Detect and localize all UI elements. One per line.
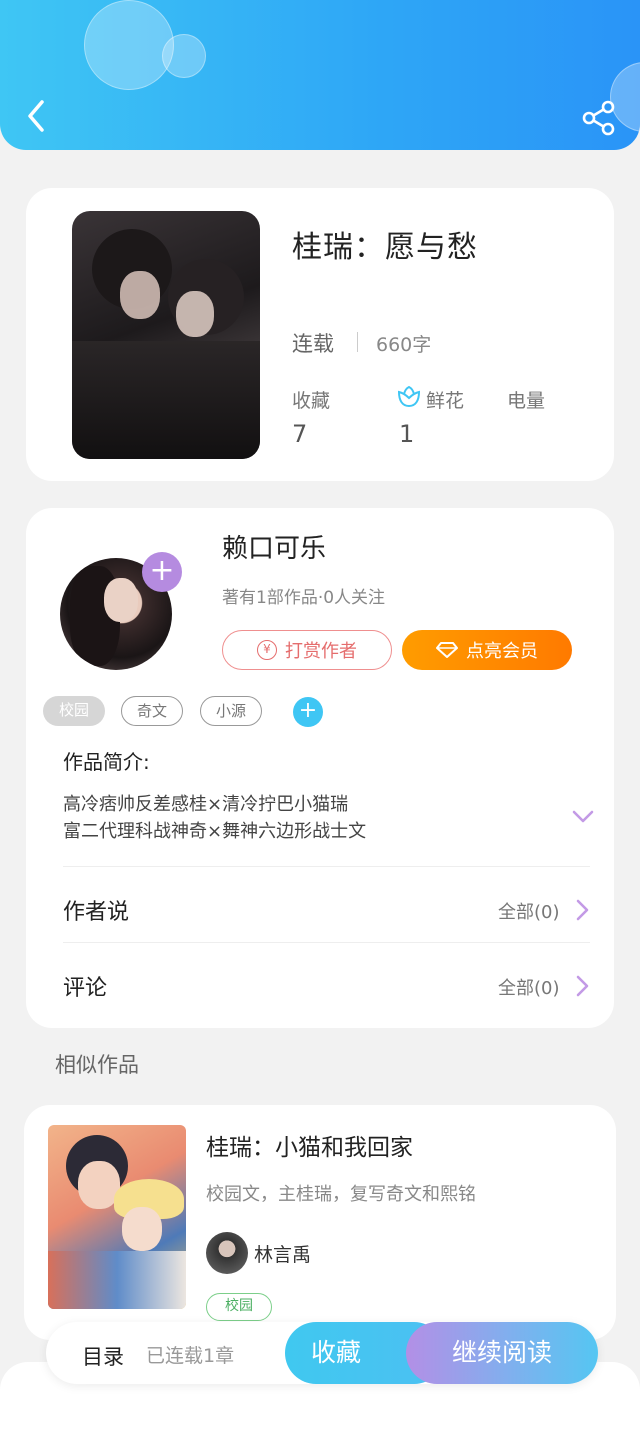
chevron-down-icon[interactable] bbox=[570, 806, 596, 826]
vip-button[interactable]: 点亮会员 bbox=[402, 630, 572, 670]
decor-bubble bbox=[162, 34, 206, 78]
cover-face bbox=[176, 291, 214, 337]
similar-book-cover[interactable] bbox=[48, 1125, 186, 1309]
book-status: 连载 bbox=[292, 332, 334, 356]
cover-face bbox=[120, 271, 160, 319]
intro-line: 高冷痞帅反差感桂×清冷拧巴小猫瑞 bbox=[63, 794, 349, 815]
cover-face bbox=[122, 1207, 162, 1251]
similar-book-tag: 校园 bbox=[206, 1293, 272, 1321]
avatar bbox=[206, 1232, 248, 1274]
stat-label-power: 电量 bbox=[507, 390, 546, 412]
tag-school[interactable]: 校园 bbox=[43, 696, 105, 726]
divider bbox=[357, 332, 358, 352]
similar-book-author: 林言禹 bbox=[254, 1244, 312, 1266]
cover-body bbox=[48, 1251, 186, 1309]
stat-label-collect: 收藏 bbox=[292, 390, 331, 412]
author-says-label[interactable]: 作者说 bbox=[63, 894, 129, 926]
author-name[interactable]: 赖口可乐 bbox=[222, 528, 326, 565]
comments-label[interactable]: 评论 bbox=[63, 970, 107, 1002]
yen-icon: ¥ bbox=[257, 640, 277, 660]
flower-icon bbox=[397, 386, 421, 408]
chevron-right-icon[interactable] bbox=[574, 898, 590, 922]
divider bbox=[63, 942, 590, 943]
toc-status: 已连载1章 bbox=[146, 1345, 235, 1367]
tip-author-label: 打赏作者 bbox=[285, 641, 357, 662]
similar-section-title: 相似作品 bbox=[55, 1053, 139, 1077]
decor-bubble bbox=[84, 0, 174, 90]
stat-value-flower: 1 bbox=[399, 420, 415, 448]
share-icon[interactable] bbox=[580, 100, 618, 136]
vip-button-label: 点亮会员 bbox=[466, 641, 538, 662]
similar-book-desc: 校园文，主桂瑞，复写奇文和熙铭 bbox=[206, 1184, 476, 1205]
book-cover bbox=[72, 211, 260, 459]
comments-more[interactable]: 全部(0) bbox=[498, 974, 560, 1000]
continue-reading-button[interactable]: 继续阅读 bbox=[406, 1322, 598, 1384]
word-count: 660字 bbox=[376, 334, 432, 356]
divider bbox=[63, 866, 590, 867]
author-meta: 著有1部作品·0人关注 bbox=[222, 588, 386, 608]
header bbox=[0, 0, 640, 150]
similar-book-title[interactable]: 桂瑞：小猫和我回家 bbox=[206, 1128, 413, 1162]
tip-author-button[interactable]: ¥ 打赏作者 bbox=[222, 630, 392, 670]
book-detail-page: 桂瑞：愿与愁 连载 660字 收藏 7 鲜花 1 电量 + 赖口可乐 著有1部作… bbox=[0, 0, 640, 1429]
toc-button[interactable]: 目录 bbox=[82, 1341, 124, 1371]
follow-button[interactable]: + bbox=[142, 552, 182, 592]
tag-xiaoyuan[interactable]: 小源 bbox=[200, 696, 262, 726]
cover-body bbox=[72, 341, 260, 459]
tag-qiwen[interactable]: 奇文 bbox=[121, 696, 183, 726]
back-button[interactable] bbox=[20, 96, 52, 136]
intro-line: 富二代理科战神奇×舞神六边形战士文 bbox=[63, 821, 367, 842]
intro-label: 作品简介: bbox=[63, 750, 150, 774]
stat-value-collect: 7 bbox=[292, 420, 308, 448]
stat-label-flower: 鲜花 bbox=[426, 390, 465, 412]
chevron-right-icon[interactable] bbox=[574, 974, 590, 998]
author-says-more[interactable]: 全部(0) bbox=[498, 898, 560, 924]
add-tag-button[interactable]: + bbox=[293, 697, 323, 727]
diamond-icon bbox=[436, 642, 458, 658]
book-title: 桂瑞：愿与愁 bbox=[292, 230, 478, 265]
avatar-face bbox=[104, 578, 138, 622]
